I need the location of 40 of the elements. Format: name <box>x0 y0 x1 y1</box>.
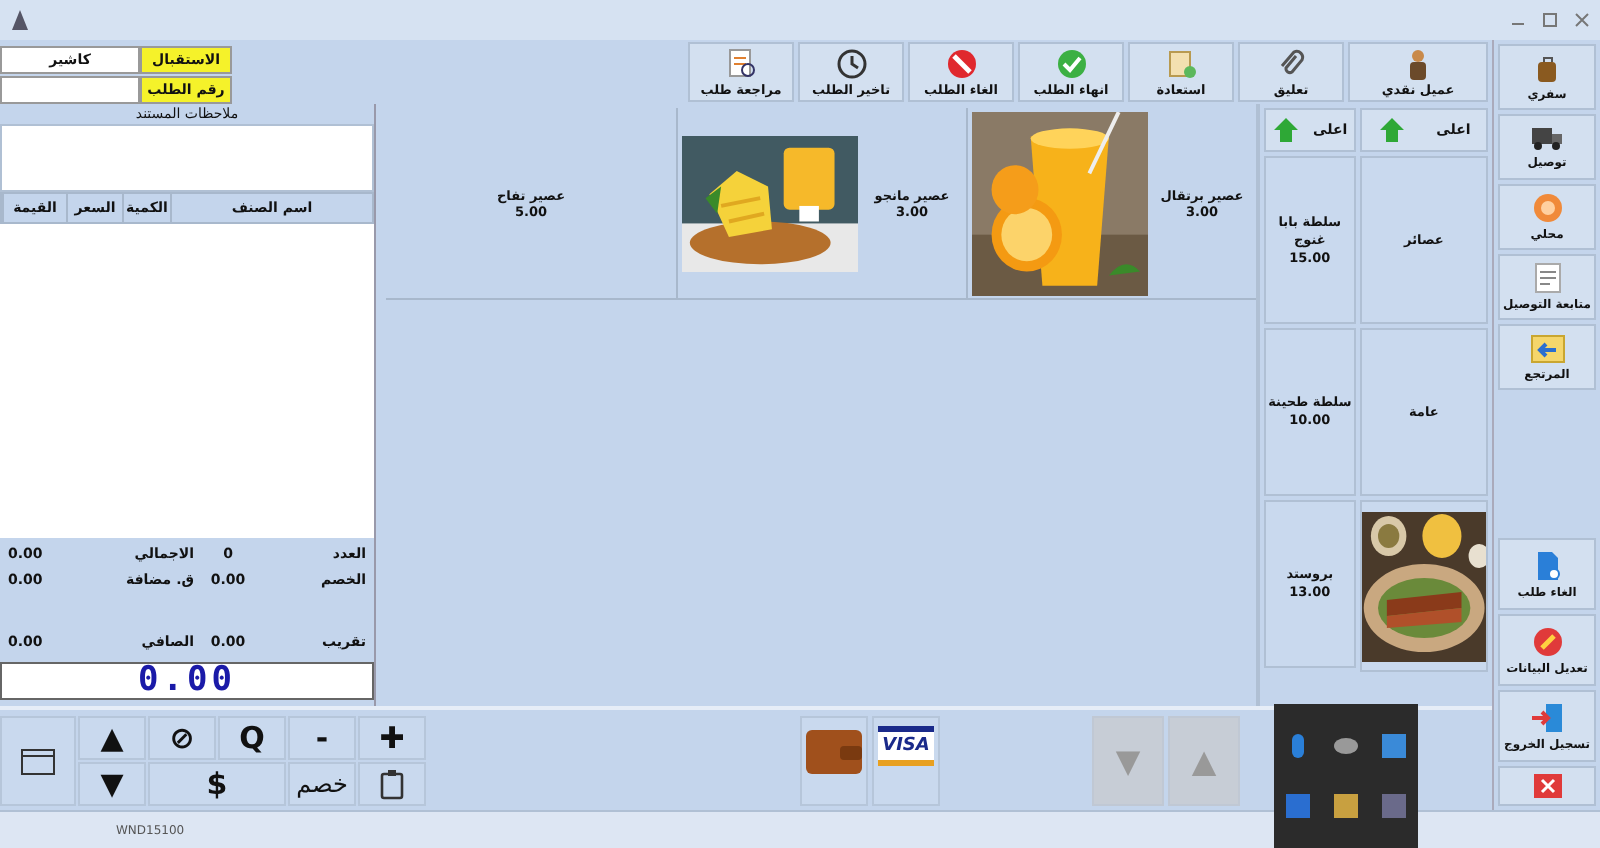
file-icon <box>1533 549 1561 581</box>
document-icon <box>725 47 757 79</box>
keypad-key[interactable]: - <box>288 716 356 760</box>
up-arrow-icon <box>1272 116 1301 144</box>
notes-field[interactable] <box>0 124 374 192</box>
keypad-key[interactable]: ▼ <box>78 762 146 806</box>
maximize-icon[interactable] <box>1540 10 1560 30</box>
check-icon <box>1055 47 1087 79</box>
cloud-icon[interactable] <box>1332 734 1360 754</box>
dish-icon <box>1531 192 1563 224</box>
truck-icon <box>1529 124 1565 152</box>
keypad-key[interactable]: ⊘ <box>148 716 216 760</box>
keypad-key[interactable]: ✚ <box>358 716 426 760</box>
paperclip-icon <box>1277 47 1305 79</box>
wallet-button[interactable] <box>800 716 868 806</box>
keypad-key[interactable]: $ <box>148 762 286 806</box>
calendar-button[interactable] <box>0 716 76 806</box>
no-entry-icon <box>945 47 977 79</box>
visa-card-button[interactable]: VISA <box>872 716 940 806</box>
clipboard-button[interactable] <box>358 762 426 806</box>
pencil-icon <box>1531 625 1563 657</box>
app-icon <box>8 8 32 32</box>
keypad-key[interactable]: ▲ <box>78 716 146 760</box>
input-field[interactable] <box>0 75 140 103</box>
person-icon <box>1404 47 1432 79</box>
wallet-icon <box>804 726 864 778</box>
bluetooth-icon[interactable] <box>1288 734 1308 758</box>
sidebar-button[interactable] <box>1498 766 1596 806</box>
document-icon <box>1165 47 1197 79</box>
clock-icon <box>835 47 867 79</box>
close-icon <box>1533 774 1561 798</box>
clipboard-icon <box>380 768 404 800</box>
calendar-icon <box>20 747 56 775</box>
amount-display: 0.00 <box>0 662 374 700</box>
document-icon <box>1531 262 1563 294</box>
up-arrow-icon <box>1377 116 1406 144</box>
exit-door-icon <box>1529 701 1565 733</box>
close-icon[interactable] <box>1572 10 1592 30</box>
keypad-key[interactable]: Q <box>218 716 286 760</box>
keypad-key[interactable]: خصم <box>288 762 356 806</box>
